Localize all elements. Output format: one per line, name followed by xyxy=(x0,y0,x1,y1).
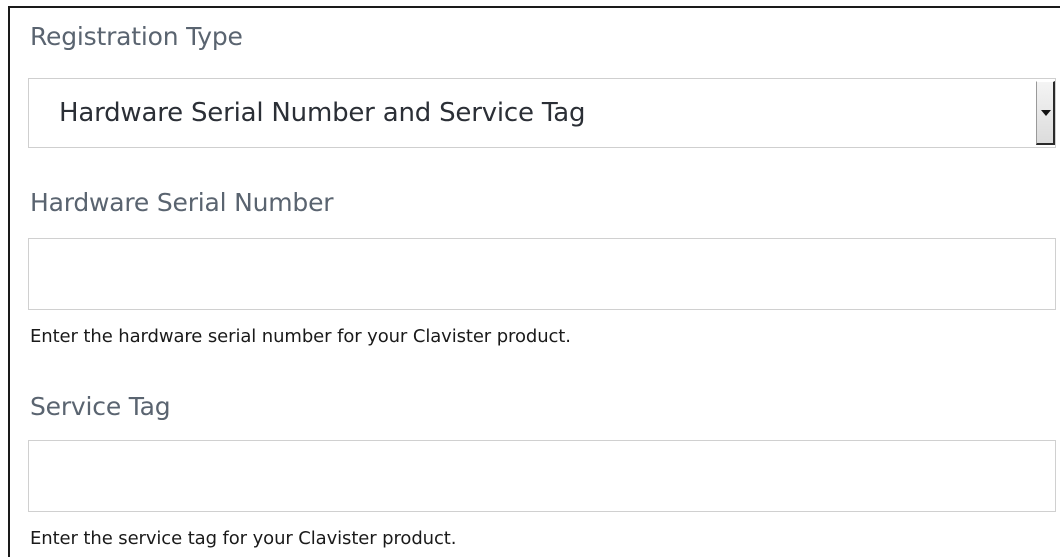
chevron-down-icon xyxy=(1041,110,1051,116)
registration-type-select[interactable]: Hardware Serial Number and Service Tag xyxy=(28,78,1056,148)
registration-form: Registration Type Hardware Serial Number… xyxy=(8,6,1060,557)
registration-type-label: Registration Type xyxy=(30,22,243,51)
hardware-serial-number-help: Enter the hardware serial number for you… xyxy=(30,326,571,347)
dropdown-button[interactable] xyxy=(1036,81,1055,145)
hardware-serial-number-field[interactable] xyxy=(28,238,1056,310)
service-tag-field[interactable] xyxy=(28,440,1056,512)
service-tag-label: Service Tag xyxy=(30,392,171,421)
registration-type-selected-value: Hardware Serial Number and Service Tag xyxy=(59,98,586,128)
hardware-serial-number-label: Hardware Serial Number xyxy=(30,188,334,217)
service-tag-help: Enter the service tag for your Clavister… xyxy=(30,528,457,549)
